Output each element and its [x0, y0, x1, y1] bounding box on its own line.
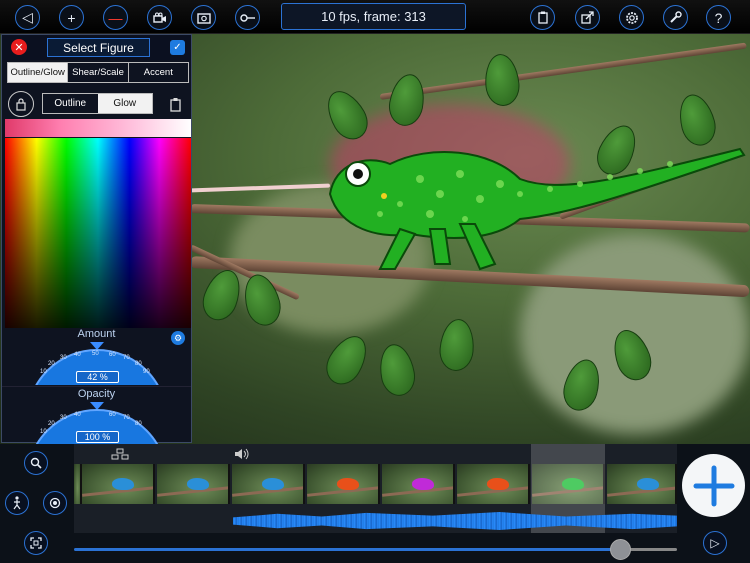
- lock-icon[interactable]: [8, 91, 34, 117]
- back-icon[interactable]: ◁: [15, 5, 40, 30]
- export-icon[interactable]: [575, 5, 600, 30]
- paste-icon[interactable]: [162, 91, 188, 117]
- zoom-icon[interactable]: [24, 451, 48, 475]
- color-spectrum-picker[interactable]: [5, 138, 191, 328]
- group-icon[interactable]: [111, 448, 129, 460]
- play-icon[interactable]: ▷: [703, 531, 727, 555]
- dial-tick: 10: [40, 369, 47, 375]
- timeline-frame[interactable]: [74, 464, 82, 504]
- frame-figure: [262, 478, 284, 490]
- sound-icon[interactable]: [234, 448, 250, 460]
- opacity-value: 100 %: [76, 431, 119, 443]
- key-icon[interactable]: [235, 5, 260, 30]
- add-icon[interactable]: +: [59, 5, 84, 30]
- frame-figure: [112, 478, 134, 490]
- photo-icon[interactable]: [191, 5, 216, 30]
- dial-tick: 20: [48, 421, 55, 427]
- fit-screen-icon[interactable]: [24, 531, 48, 555]
- tab-outline-glow[interactable]: Outline/Glow: [8, 63, 69, 82]
- tab-shear-scale[interactable]: Shear/Scale: [68, 63, 129, 82]
- playback-scrubber-track[interactable]: [74, 548, 677, 551]
- outline-option[interactable]: Outline: [43, 94, 98, 113]
- dial-tick: 30: [60, 355, 67, 361]
- frame-figure: [412, 478, 434, 490]
- amount-dial[interactable]: Amount ⚙ 10 20 30 40 50 60 70 80 90 42 %: [2, 327, 191, 385]
- outline-glow-toggle: Outline Glow: [42, 93, 153, 114]
- panel-tabs: Outline/Glow Shear/Scale Accent: [7, 62, 189, 83]
- frame-figure: [187, 478, 209, 490]
- timeline-frame[interactable]: [82, 464, 155, 504]
- dial-tick: 80: [135, 421, 142, 427]
- panel-header: ✕ Select Figure ✓: [2, 35, 191, 60]
- glow-option[interactable]: Glow: [97, 94, 152, 113]
- leaf: [437, 317, 477, 373]
- dial-tick: 40: [74, 352, 81, 358]
- dial-tick: 30: [60, 415, 67, 421]
- dial-tick: 70: [123, 355, 130, 361]
- remove-icon[interactable]: —: [103, 5, 128, 30]
- dial-tick: 70: [123, 415, 130, 421]
- leaf: [375, 341, 419, 399]
- clipboard-icon[interactable]: [530, 5, 555, 30]
- close-icon[interactable]: ✕: [11, 39, 27, 55]
- amount-label: Amount: [77, 328, 116, 340]
- dial-tick: 80: [135, 361, 142, 367]
- playback-scrubber-knob[interactable]: [610, 539, 631, 560]
- dial-tick: 60: [109, 412, 116, 418]
- help-icon[interactable]: ?: [706, 5, 731, 30]
- frame-figure: [337, 478, 359, 490]
- dial-tick: 20: [48, 361, 55, 367]
- checkbox-icon[interactable]: ✓: [170, 40, 185, 55]
- gear-icon[interactable]: ⚙: [171, 331, 185, 345]
- leaf: [319, 328, 375, 392]
- onion-skin-icon[interactable]: [43, 491, 67, 515]
- frame-figure: [637, 478, 659, 490]
- select-figure-panel: ✕ Select Figure ✓ Outline/Glow Shear/Sca…: [1, 34, 192, 444]
- frame-status[interactable]: 10 fps, frame: 313: [281, 3, 466, 30]
- opacity-dial[interactable]: Opacity 10 20 30 40 60 70 80 100 %: [2, 386, 191, 444]
- timeline-frame[interactable]: [607, 464, 677, 504]
- tab-accent[interactable]: Accent: [129, 63, 188, 82]
- leaf: [482, 52, 522, 108]
- dial-tick: 10: [40, 429, 47, 435]
- camera-icon[interactable]: [147, 5, 172, 30]
- settings-icon[interactable]: [619, 5, 644, 30]
- figure-icon[interactable]: [5, 491, 29, 515]
- opacity-label: Opacity: [77, 388, 116, 400]
- timeline-frame[interactable]: [232, 464, 305, 504]
- selected-color-strip[interactable]: [5, 119, 191, 137]
- timeline-bar: ▷: [0, 444, 750, 563]
- dial-tick: 50: [92, 351, 99, 357]
- audio-waveform[interactable]: [233, 512, 677, 530]
- timeline-frame[interactable]: [457, 464, 530, 504]
- timeline-track[interactable]: [74, 444, 677, 533]
- amount-value: 42 %: [76, 371, 119, 383]
- timeline-frame[interactable]: [382, 464, 455, 504]
- app-window: ◁ + — 10 fps, frame: 313 ? ✕ Select Figu…: [0, 0, 750, 563]
- timeline-frame[interactable]: [307, 464, 380, 504]
- wrench-icon[interactable]: [663, 5, 688, 30]
- chameleon-figure[interactable]: [320, 139, 750, 279]
- timeline-frame[interactable]: [157, 464, 230, 504]
- dial-tick: 60: [109, 352, 116, 358]
- branch: [379, 42, 747, 100]
- add-frame-button[interactable]: [682, 454, 745, 517]
- top-toolbar: ◁ + — 10 fps, frame: 313 ?: [0, 0, 750, 34]
- dial-tick: 90: [143, 369, 150, 375]
- select-figure-button[interactable]: Select Figure: [47, 38, 150, 57]
- dial-tick: 40: [74, 412, 81, 418]
- frame-figure: [487, 478, 509, 490]
